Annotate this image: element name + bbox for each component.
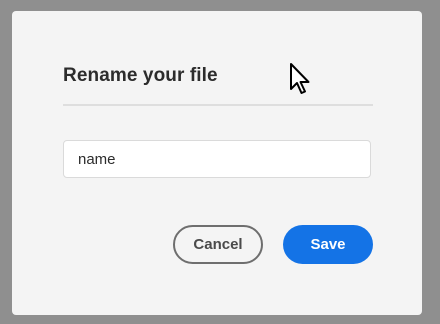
file-name-input[interactable] [63, 140, 371, 178]
save-button[interactable]: Save [283, 225, 373, 264]
title-divider [63, 104, 373, 106]
rename-dialog: Rename your file Cancel Save [12, 11, 422, 315]
dialog-title: Rename your file [63, 65, 218, 86]
cancel-button[interactable]: Cancel [173, 225, 263, 264]
mouse-pointer-icon [290, 63, 310, 94]
